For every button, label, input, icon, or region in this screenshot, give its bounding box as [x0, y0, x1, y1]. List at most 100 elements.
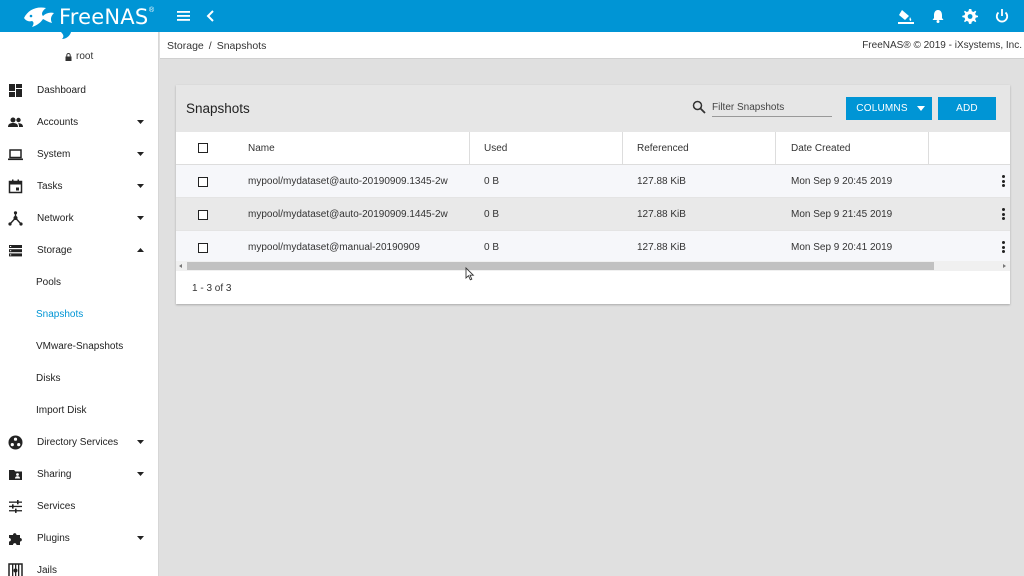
sidebar-subitem-label: VMware-Snapshots: [36, 340, 124, 352]
row-checkbox[interactable]: [198, 177, 208, 187]
logo-text: FreeNAS: [59, 5, 149, 29]
sidebar-item-label: Tasks: [37, 180, 63, 192]
sidebar-item-system[interactable]: System: [0, 138, 158, 170]
sidebar-subitem-pools[interactable]: Pools: [0, 266, 158, 298]
sidebar-item-jails[interactable]: Jails: [0, 554, 158, 576]
tune-icon: [8, 499, 23, 514]
sidebar-item-sharing[interactable]: Sharing: [0, 458, 158, 490]
sidebar-subitem-snapshots[interactable]: Snapshots: [0, 298, 158, 330]
column-header-used[interactable]: Used: [484, 132, 507, 165]
user-name[interactable]: root: [65, 51, 93, 62]
chevron-down-icon: [137, 184, 144, 188]
sidebar-item-storage[interactable]: Storage: [0, 234, 158, 266]
sidebar-item-accounts[interactable]: Accounts: [0, 106, 158, 138]
user-panel: root: [0, 32, 158, 67]
sidebar-item-directory-services[interactable]: Directory Services: [0, 426, 158, 458]
sidebar-subitem-label: Pools: [36, 276, 62, 288]
jail-icon: [8, 562, 23, 576]
calendar-icon: [8, 179, 23, 194]
mouse-cursor-icon: [465, 267, 475, 281]
column-header-name[interactable]: Name: [248, 132, 275, 165]
chevron-down-icon: [137, 120, 144, 124]
cell-name: mypool/mydataset@auto-20190909.1345-2w: [248, 176, 448, 187]
column-divider: [622, 132, 623, 165]
filter-snapshots-input[interactable]: [712, 99, 832, 117]
pagination-range: 1 - 3 of 3: [192, 283, 232, 294]
table-header: Name Used Referenced Date Created: [176, 132, 1010, 165]
sidebar: root Dashboard Accounts System Tasks Net…: [0, 32, 159, 576]
cell-referenced: 127.88 KiB: [637, 242, 686, 253]
people-icon: [8, 115, 23, 130]
page-title: Snapshots: [186, 101, 250, 116]
more-vert-icon[interactable]: [1002, 175, 1006, 189]
back-chevron-icon[interactable]: [203, 8, 219, 24]
chevron-down-icon: [137, 472, 144, 476]
avatar: [61, 32, 71, 39]
column-divider: [928, 132, 929, 165]
column-divider: [469, 132, 470, 165]
user-name-label: root: [76, 51, 94, 62]
sidebar-item-label: Storage: [37, 244, 73, 256]
theme-icon[interactable]: [898, 8, 914, 24]
sidebar-subitem-import-disk[interactable]: Import Disk: [0, 394, 158, 426]
chevron-down-icon: [137, 152, 144, 156]
scroll-left-icon[interactable]: [179, 264, 182, 268]
column-header-referenced[interactable]: Referenced: [637, 132, 689, 165]
top-bar: FreeNAS ®: [0, 0, 1024, 32]
sidebar-item-dashboard[interactable]: Dashboard: [0, 74, 158, 106]
bell-icon[interactable]: [930, 8, 946, 24]
folder-share-icon: [8, 467, 23, 482]
scroll-right-icon[interactable]: [1003, 264, 1006, 268]
columns-button-label: COLUMNS: [856, 103, 908, 114]
sidebar-item-plugins[interactable]: Plugins: [0, 522, 158, 554]
network-icon: [8, 210, 23, 226]
power-icon[interactable]: [994, 8, 1010, 24]
card-header: Snapshots COLUMNS ADD: [176, 85, 1010, 132]
columns-button[interactable]: COLUMNS: [846, 97, 932, 120]
freenas-logo[interactable]: FreeNAS ®: [22, 2, 154, 32]
table-row[interactable]: mypool/mydataset@manual-20190909 0 B 127…: [176, 231, 1010, 264]
caret-down-icon: [917, 106, 925, 111]
chevron-up-icon: [137, 248, 144, 252]
horizontal-scrollbar[interactable]: [176, 261, 1010, 271]
add-button[interactable]: ADD: [938, 97, 996, 120]
row-checkbox[interactable]: [198, 210, 208, 220]
table-row[interactable]: mypool/mydataset@auto-20190909.1345-2w 0…: [176, 165, 1010, 198]
sidebar-item-services[interactable]: Services: [0, 490, 158, 522]
cell-date-created: Mon Sep 9 20:45 2019: [791, 176, 893, 187]
snapshots-card: Snapshots COLUMNS ADD Name Used Referenc…: [176, 85, 1010, 304]
sidebar-item-network[interactable]: Network: [0, 202, 158, 234]
row-checkbox[interactable]: [198, 243, 208, 253]
gear-icon[interactable]: [962, 8, 978, 24]
table-row[interactable]: mypool/mydataset@auto-20190909.1445-2w 0…: [176, 198, 1010, 231]
sidebar-item-tasks[interactable]: Tasks: [0, 170, 158, 202]
puzzle-icon: [8, 531, 23, 546]
sidebar-subitem-label: Disks: [36, 372, 61, 384]
scrollbar-thumb[interactable]: [187, 262, 934, 270]
sidebar-subitem-disks[interactable]: Disks: [0, 362, 158, 394]
sidebar-item-label: Directory Services: [37, 436, 119, 448]
breadcrumb-storage[interactable]: Storage: [167, 40, 204, 52]
column-divider: [775, 132, 776, 165]
more-vert-icon[interactable]: [1002, 241, 1006, 255]
search-icon: [692, 100, 706, 114]
cell-name: mypool/mydataset@auto-20190909.1445-2w: [248, 209, 448, 220]
chevron-down-icon: [137, 216, 144, 220]
sidebar-item-label: System: [37, 148, 71, 160]
sidebar-subitem-vmware-snapshots[interactable]: VMware-Snapshots: [0, 330, 158, 362]
sidebar-item-label: Sharing: [37, 468, 72, 480]
cell-date-created: Mon Sep 9 20:41 2019: [791, 242, 893, 253]
sidebar-subitem-label: Snapshots: [36, 308, 84, 320]
dashboard-icon: [8, 83, 23, 98]
select-all-checkbox[interactable]: [198, 143, 208, 153]
column-header-date-created[interactable]: Date Created: [791, 132, 850, 165]
menu-icon[interactable]: [176, 8, 192, 24]
chevron-down-icon: [137, 536, 144, 540]
sidebar-item-label: Dashboard: [37, 84, 86, 96]
more-vert-icon[interactable]: [1002, 208, 1006, 222]
sidebar-item-label: Network: [37, 212, 74, 224]
cell-referenced: 127.88 KiB: [637, 209, 686, 220]
cell-name: mypool/mydataset@manual-20190909: [248, 242, 420, 253]
breadcrumb-current: Snapshots: [216, 40, 267, 52]
sidebar-item-label: Accounts: [37, 116, 79, 128]
